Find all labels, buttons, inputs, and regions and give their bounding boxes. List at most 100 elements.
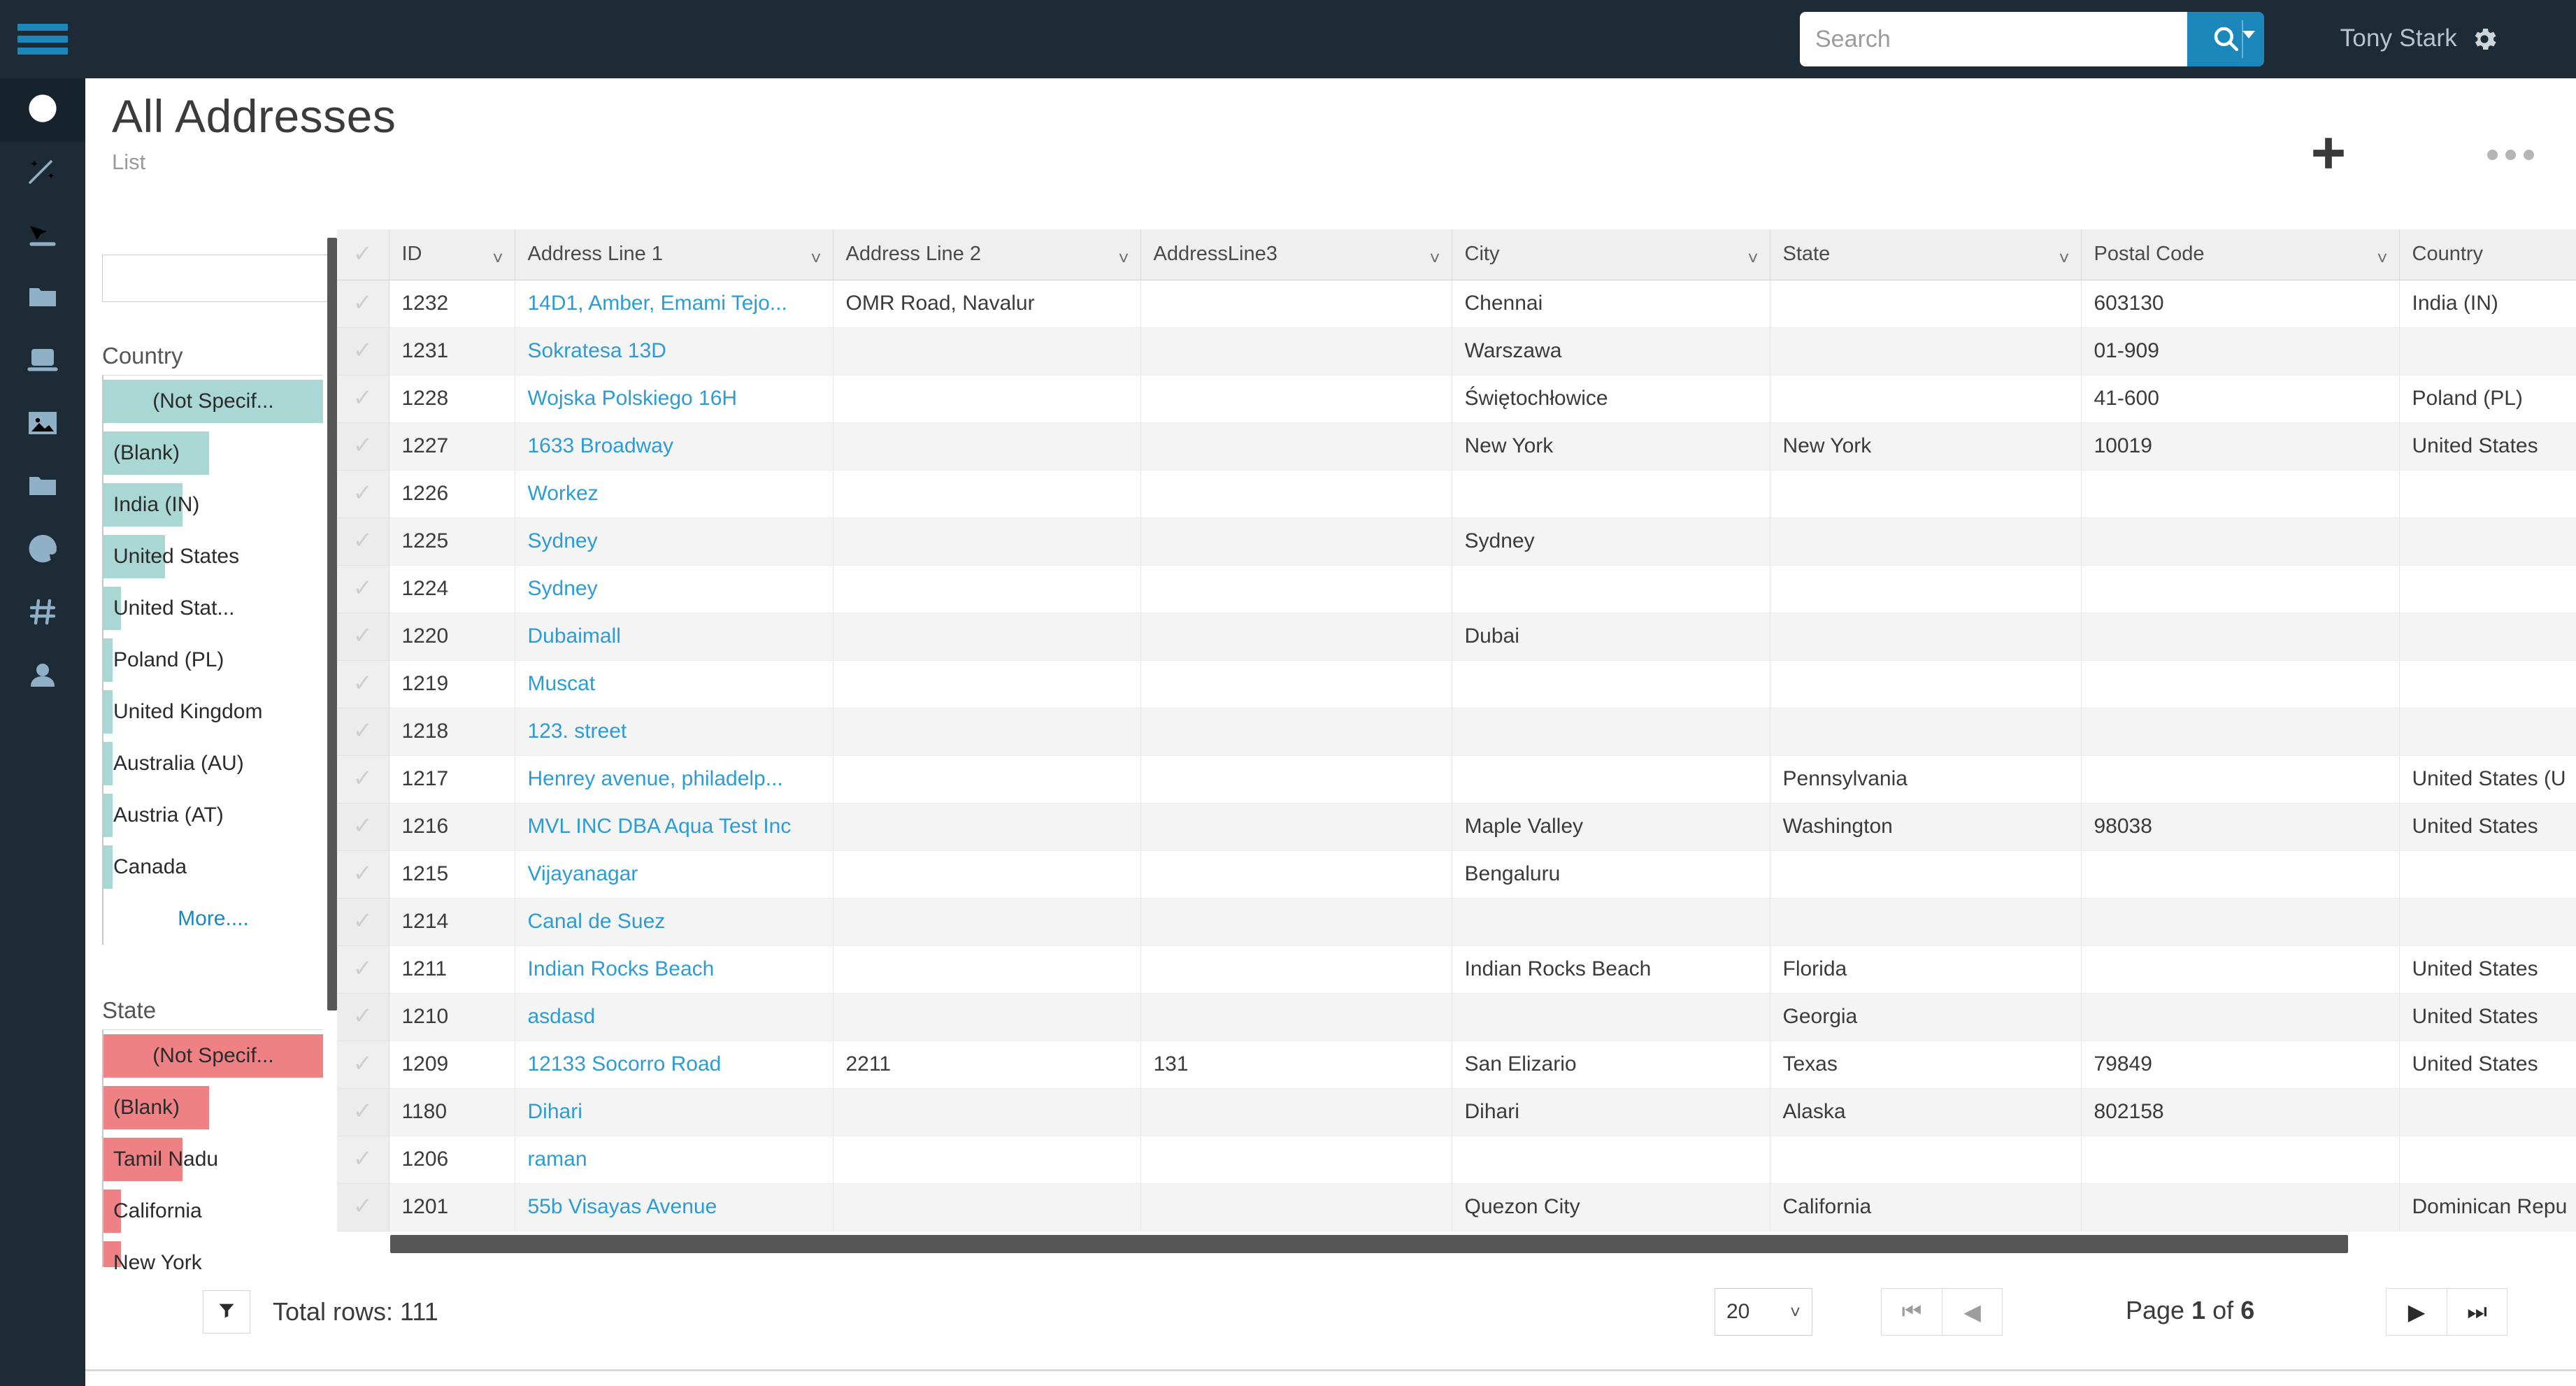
address-link[interactable]: Vijayanagar [528, 862, 638, 885]
row-checkbox[interactable]: ✓ [337, 1136, 389, 1184]
rail-item-email[interactable] [0, 519, 85, 582]
address-link[interactable]: 14D1, Amber, Emami Tejo... [528, 292, 787, 315]
facet-item[interactable]: United States [103, 531, 323, 583]
address-link[interactable]: Muscat [528, 672, 596, 695]
facet-item[interactable]: Australia (AU) [103, 738, 323, 790]
grid-view-button[interactable] [2396, 134, 2440, 177]
table-row[interactable]: ✓ 1218 123. street [337, 708, 2576, 756]
table-row[interactable]: ✓ 1214 Canal de Suez [337, 898, 2576, 946]
facet-item[interactable]: (Not Specif... [103, 1030, 323, 1082]
table-row[interactable]: ✓ 1215 Vijayanagar Bengaluru [337, 850, 2576, 899]
first-page-button[interactable]: ⏮ [1882, 1289, 1942, 1335]
rail-item-image[interactable] [0, 393, 85, 456]
address-link[interactable]: MVL INC DBA Aqua Test Inc [528, 815, 792, 838]
row-checkbox[interactable]: ✓ [337, 993, 389, 1041]
facet-item[interactable]: California [103, 1185, 323, 1237]
row-checkbox[interactable]: ✓ [337, 850, 389, 899]
facet-item[interactable]: (Blank) [103, 1082, 323, 1134]
address-link[interactable]: asdasd [528, 1005, 596, 1028]
facet-item[interactable]: United Kingdom [103, 686, 323, 738]
address-link[interactable]: Henrey avenue, philadelp... [528, 767, 783, 790]
address-link[interactable]: raman [528, 1148, 587, 1171]
rail-item-pointer[interactable] [0, 204, 85, 267]
row-checkbox[interactable]: ✓ [337, 422, 389, 471]
table-row[interactable]: ✓ 1232 14D1, Amber, Emami Tejo... OMR Road,… [337, 280, 2576, 328]
chevron-down-icon[interactable]: ˅ [1118, 249, 1129, 267]
table-row[interactable]: ✓ 1231 Sokratesa 13D Warszawa 01-909 [337, 327, 2576, 376]
column-header-city[interactable]: City ˅ [1452, 229, 1770, 280]
column-header-addressline3[interactable]: AddressLine3 ˅ [1140, 229, 1452, 280]
select-all-checkbox[interactable]: ✓ [337, 229, 389, 280]
table-row[interactable]: ✓ 1206 raman [337, 1136, 2576, 1184]
user-name[interactable]: Tony Stark [2340, 24, 2457, 52]
last-page-button[interactable]: ⏭ [2447, 1289, 2507, 1335]
facet-search-input[interactable] [102, 255, 337, 302]
chevron-down-icon[interactable]: ˅ [810, 249, 821, 267]
chevron-down-icon[interactable]: ˅ [492, 249, 503, 267]
page-size-select[interactable]: 20 ˅ [1715, 1288, 1812, 1336]
table-row[interactable]: ✓ 1224 Sydney [337, 565, 2576, 613]
table-row[interactable]: ✓ 1211 Indian Rocks Beach Indian Rocks Beac… [337, 945, 2576, 994]
row-checkbox[interactable]: ✓ [337, 898, 389, 946]
facet-item[interactable]: Austria (AT) [103, 790, 323, 841]
facet-item[interactable]: India (IN) [103, 479, 323, 531]
column-header-id[interactable]: ID ˅ [389, 229, 515, 280]
add-button[interactable] [2308, 133, 2349, 177]
table-row[interactable]: ✓ 1228 Wojska Polskiego 16H Świętochłowice 4… [337, 375, 2576, 423]
chevron-down-icon[interactable]: ˅ [1747, 249, 1758, 267]
row-checkbox[interactable]: ✓ [337, 755, 389, 803]
table-row[interactable]: ✓ 1225 Sydney Sydney [337, 517, 2576, 566]
column-header-address-line-2[interactable]: Address Line 2 ˅ [833, 229, 1141, 280]
address-link[interactable]: Dubaimall [528, 624, 621, 648]
facet-item[interactable]: Tamil Nadu [103, 1134, 323, 1185]
address-link[interactable]: Wojska Polskiego 16H [528, 387, 738, 410]
gear-icon[interactable] [2466, 21, 2503, 57]
row-checkbox[interactable]: ✓ [337, 517, 389, 566]
address-link[interactable]: Workez [528, 482, 599, 505]
facet-item[interactable]: (Not Specif... [103, 376, 323, 427]
rail-item-folder-1[interactable] [0, 267, 85, 330]
row-checkbox[interactable]: ✓ [337, 1041, 389, 1089]
hamburger-icon[interactable] [17, 20, 68, 59]
rail-item-folder-2[interactable] [0, 456, 85, 519]
address-link[interactable]: Sokratesa 13D [528, 339, 666, 362]
table-row[interactable]: ✓ 1180 Dihari Dihari Alaska 802158 [337, 1088, 2576, 1136]
table-row[interactable]: ✓ 1201 55b Visayas Avenue Quezon City Califo… [337, 1183, 2576, 1231]
row-checkbox[interactable]: ✓ [337, 803, 389, 851]
caret-down-icon[interactable] [2242, 31, 2255, 38]
horizontal-scrollbar-thumb[interactable] [390, 1235, 2348, 1253]
table-row[interactable]: ✓ 1227 1633 Broadway New York New York 10019 U… [337, 422, 2576, 471]
chevron-down-icon[interactable]: ˅ [2377, 249, 2387, 267]
facet-item[interactable]: United Stat... [103, 583, 323, 634]
row-checkbox[interactable]: ✓ [337, 708, 389, 756]
rail-item-laptop[interactable] [0, 330, 85, 393]
row-checkbox[interactable]: ✓ [337, 565, 389, 613]
row-checkbox[interactable]: ✓ [337, 470, 389, 518]
row-checkbox[interactable]: ✓ [337, 327, 389, 376]
rail-item-globe[interactable] [0, 78, 85, 141]
address-link[interactable]: Sydney [528, 529, 598, 552]
next-page-button[interactable]: ▶ [2387, 1289, 2447, 1335]
search-button[interactable] [2187, 12, 2264, 66]
search-input[interactable] [1800, 12, 2187, 66]
row-checkbox[interactable]: ✓ [337, 613, 389, 661]
chevron-down-icon[interactable]: ˅ [2059, 249, 2069, 267]
row-checkbox[interactable]: ✓ [337, 1088, 389, 1136]
table-row[interactable]: ✓ 1219 Muscat [337, 660, 2576, 708]
address-link[interactable]: Indian Rocks Beach [528, 957, 715, 980]
column-header-address-line-1[interactable]: Address Line 1 ˅ [515, 229, 833, 280]
table-row[interactable]: ✓ 1220 Dubaimall Dubai [337, 613, 2576, 661]
address-link[interactable]: Sydney [528, 577, 598, 600]
table-row[interactable]: ✓ 1217 Henrey avenue, philadelp... Pennsylv… [337, 755, 2576, 803]
rail-item-contacts[interactable] [0, 645, 85, 708]
facet-scrollbar[interactable] [327, 238, 337, 1010]
column-header-country[interactable]: Country [2399, 229, 2576, 280]
column-header-state[interactable]: State ˅ [1770, 229, 2082, 280]
row-checkbox[interactable]: ✓ [337, 660, 389, 708]
rail-item-tags[interactable] [0, 582, 85, 645]
prev-page-button[interactable]: ◀ [1942, 1289, 2002, 1335]
address-link[interactable]: Canal de Suez [528, 910, 666, 933]
facet-item[interactable]: Poland (PL) [103, 634, 323, 686]
column-header-postal-code[interactable]: Postal Code ˅ [2081, 229, 2400, 280]
address-link[interactable]: 123. street [528, 720, 627, 743]
